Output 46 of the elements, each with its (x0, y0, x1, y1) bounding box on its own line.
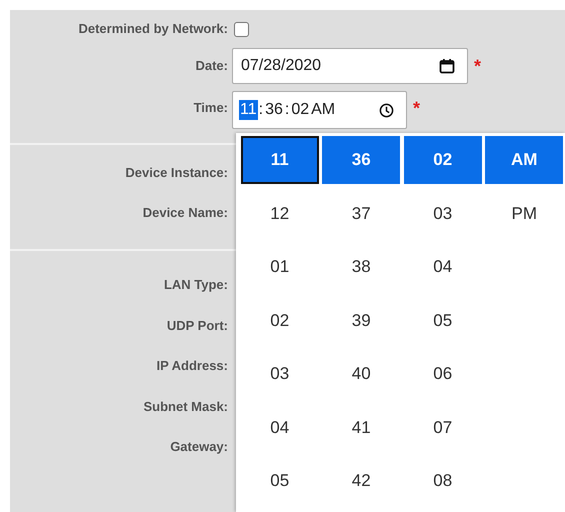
picker-option[interactable]: 36 (322, 136, 400, 184)
picker-option[interactable]: 38 (322, 243, 400, 291)
picker-option[interactable]: 04 (240, 404, 319, 452)
time-segment[interactable]: 11 (239, 100, 258, 120)
time-field[interactable]: 11:36:02AM (232, 91, 407, 129)
time-separator: : (258, 101, 264, 119)
picker-option[interactable]: 12 (240, 190, 319, 238)
picker-option[interactable]: 07 (404, 404, 482, 452)
picker-option[interactable]: 06 (404, 350, 482, 398)
field-label: IP Address: (156, 358, 228, 374)
picker-option[interactable]: 11 (240, 136, 319, 184)
calendar-icon[interactable] (439, 58, 455, 74)
picker-option[interactable]: 42 (322, 457, 400, 505)
picker-option[interactable]: 02 (240, 296, 319, 344)
picker-option[interactable]: PM (485, 190, 564, 238)
picker-option[interactable]: 39 (322, 296, 400, 344)
time-segment[interactable]: 02 (290, 100, 310, 120)
picker-option[interactable]: 03 (404, 190, 482, 238)
picker-option[interactable]: 05 (404, 296, 482, 344)
field-label: Determined by Network: (78, 21, 228, 36)
field-label: UDP Port: (166, 318, 228, 333)
field-label: Subnet Mask: (143, 398, 228, 414)
field-label: Device Instance: (125, 165, 228, 180)
time-separator: : (284, 101, 290, 119)
picker-option[interactable]: 37 (322, 190, 400, 238)
checkbox[interactable] (234, 22, 249, 36)
field-label: Date: (195, 58, 228, 73)
field-label: Gateway: (170, 439, 228, 454)
picker-option[interactable]: 01 (240, 243, 319, 291)
picker-option[interactable]: 02 (404, 136, 482, 184)
picker-option[interactable]: 05 (240, 457, 319, 505)
time-segment[interactable]: 36 (264, 100, 284, 120)
required-asterisk: * (474, 56, 482, 76)
required-asterisk: * (413, 98, 420, 118)
picker-option[interactable]: 08 (404, 457, 482, 505)
field-label: Device Name: (142, 205, 228, 220)
picker-option[interactable]: 41 (322, 404, 400, 452)
clock-icon[interactable] (379, 102, 394, 118)
picker-option[interactable]: 40 (322, 350, 400, 398)
field-label: LAN Type: (164, 277, 228, 292)
time-segment[interactable]: AM (310, 100, 336, 120)
field-label: Time: (194, 100, 228, 115)
picker-option[interactable]: 03 (240, 350, 319, 398)
date-field[interactable]: 07/28/2020 (232, 48, 468, 84)
picker-option[interactable]: 04 (404, 243, 482, 291)
picker-option[interactable]: AM (485, 136, 564, 184)
